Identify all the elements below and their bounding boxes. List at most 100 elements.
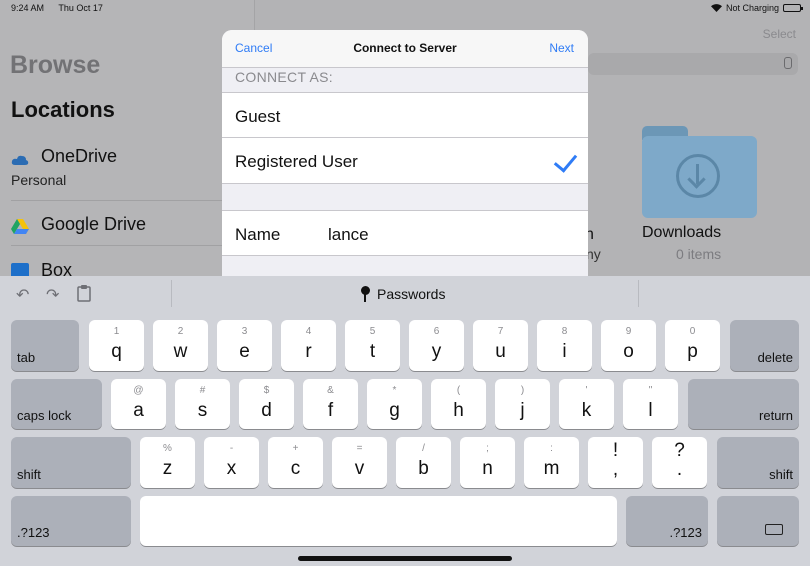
key-label: shift: [769, 467, 793, 482]
key-o[interactable]: 9o: [601, 320, 656, 371]
key-label: t: [369, 341, 376, 362]
tab-key[interactable]: tab: [11, 320, 79, 371]
key-u[interactable]: 7u: [473, 320, 528, 371]
key-label: d: [261, 400, 272, 421]
name-input[interactable]: lance: [328, 225, 369, 245]
passwords-button[interactable]: Passwords: [360, 286, 445, 302]
undo-icon[interactable]: ↶: [16, 285, 29, 305]
status-time: 9:24 AM: [11, 3, 45, 13]
key-label: y: [431, 341, 442, 362]
key-alt-label: &: [327, 385, 334, 396]
key-d[interactable]: $ d: [239, 379, 294, 429]
battery-status: Not Charging: [725, 3, 779, 13]
key-alt-label: ): [520, 385, 525, 396]
right-numbers-key[interactable]: .?123: [626, 496, 708, 546]
sidebar-item-box[interactable]: Box: [11, 260, 72, 276]
key-z[interactable]: % z: [140, 437, 195, 488]
left-shift-key[interactable]: shift: [11, 437, 131, 488]
paste-icon[interactable]: [77, 284, 91, 307]
key-label: b: [418, 458, 429, 479]
key-alt-label: #: [199, 385, 206, 396]
partial-item-detail: ny: [586, 246, 601, 262]
key-h[interactable]: (h: [431, 379, 486, 429]
key-y[interactable]: 6y: [409, 320, 464, 371]
key-s[interactable]: # s: [175, 379, 230, 429]
sidebar-item-sublabel: Personal: [11, 172, 67, 188]
option-guest[interactable]: Guest: [222, 92, 588, 138]
key-c[interactable]: + c: [268, 437, 323, 488]
keyboard-dismiss-icon: [765, 524, 783, 535]
key-i[interactable]: 8i: [537, 320, 592, 371]
divider: [11, 200, 254, 201]
key-label: m: [543, 458, 560, 479]
downloads-folder-icon[interactable]: [642, 126, 757, 218]
download-arrow-icon: [676, 154, 720, 198]
key-label: tab: [17, 350, 36, 365]
status-date: Thu Oct 17: [58, 3, 103, 13]
key-alt-label: ": [648, 385, 653, 396]
folder-name[interactable]: Downloads: [642, 224, 786, 242]
key-m[interactable]: :m: [524, 437, 579, 488]
key-comma[interactable]: !,: [588, 437, 643, 488]
select-button[interactable]: Select: [763, 27, 796, 41]
key-b[interactable]: / b: [396, 437, 451, 488]
key-alt-label: ': [585, 385, 588, 396]
key-label: ,: [612, 459, 619, 480]
key-q[interactable]: 1q: [89, 320, 144, 371]
divider: [638, 280, 639, 307]
microphone-icon[interactable]: [784, 57, 792, 69]
key-alt-label: 4: [305, 326, 312, 337]
right-shift-key[interactable]: shift: [717, 437, 799, 488]
key-label: .?123: [17, 525, 50, 540]
key-t[interactable]: 5t: [345, 320, 400, 371]
delete-key[interactable]: delete: [730, 320, 799, 371]
key-alt-label: 6: [433, 326, 440, 337]
key-k[interactable]: ' k: [559, 379, 614, 429]
wifi-icon: [710, 4, 722, 12]
key-label: shift: [17, 467, 41, 482]
home-indicator[interactable]: [298, 556, 512, 561]
space-bar[interactable]: [140, 496, 617, 546]
key-alt-label: %: [163, 443, 172, 454]
left-numbers-key[interactable]: .?123: [11, 496, 131, 546]
return-key[interactable]: return: [688, 379, 799, 429]
name-field-row[interactable]: Name lance: [222, 210, 588, 256]
key-alt-label: 3: [241, 326, 248, 337]
name-label: Name: [235, 225, 281, 244]
option-registered-user[interactable]: Registered User: [222, 138, 588, 184]
sidebar-item-google-drive[interactable]: Google Drive: [11, 214, 146, 235]
key-x[interactable]: -x: [204, 437, 259, 488]
redo-icon[interactable]: ↷: [46, 285, 59, 305]
dismiss-keyboard-key[interactable]: [717, 496, 799, 546]
key-period[interactable]: ?.: [652, 437, 707, 488]
key-alt-label: 1: [113, 326, 120, 337]
key-w[interactable]: 2w: [153, 320, 208, 371]
key-l[interactable]: " l: [623, 379, 678, 429]
key-alt-label: /: [422, 443, 425, 454]
key-label: w: [173, 341, 188, 362]
search-field[interactable]: [588, 53, 798, 75]
next-button[interactable]: Next: [549, 41, 574, 55]
key-label: return: [759, 408, 793, 423]
key-alt-label: 9: [625, 326, 632, 337]
key-n[interactable]: ; n: [460, 437, 515, 488]
key-v[interactable]: = v: [332, 437, 387, 488]
sidebar: Browse Locations OneDrive Personal Googl…: [0, 0, 255, 276]
key-r[interactable]: 4r: [281, 320, 336, 371]
sidebar-item-onedrive[interactable]: OneDrive: [11, 146, 117, 167]
status-bar-left: 9:24 AM Thu Oct 17: [11, 3, 115, 13]
key-p[interactable]: 0p: [665, 320, 720, 371]
caps-lock-key[interactable]: caps lock: [11, 379, 102, 429]
key-alt-label: *: [392, 385, 397, 396]
box-icon: [11, 262, 29, 276]
key-f[interactable]: & f: [303, 379, 358, 429]
key-g[interactable]: * g: [367, 379, 422, 429]
divider: [171, 280, 172, 307]
key-a[interactable]: @ a: [111, 379, 166, 429]
key-e[interactable]: 3e: [217, 320, 272, 371]
key-alt-label: ;: [486, 443, 489, 454]
key-j[interactable]: ) j: [495, 379, 550, 429]
key-label: g: [389, 400, 400, 421]
key-label: .?123: [669, 525, 702, 540]
key-label: i: [562, 341, 567, 362]
